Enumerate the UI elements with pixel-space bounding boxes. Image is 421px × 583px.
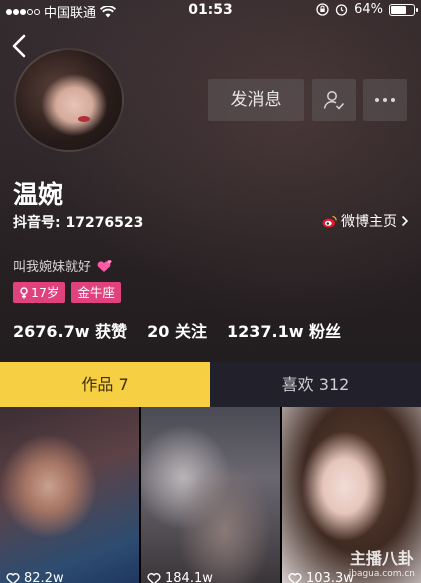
content-tabs: 作品 7 喜欢 312 — [0, 362, 421, 407]
battery-icon — [389, 3, 418, 16]
status-bar: 中国联通 01:53 64% — [0, 0, 421, 21]
heart-icon — [6, 573, 20, 583]
profile-stats: 2676.7w 获赞 20 关注 1237.1w 粉丝 — [13, 318, 341, 342]
watermark: 主播八卦 ibagua.com.cn — [349, 545, 415, 579]
video-likes: 82.2w — [6, 571, 64, 583]
video-likes: 103.3w — [288, 571, 354, 583]
alarm-icon — [335, 4, 348, 16]
status-right: 64% — [316, 2, 418, 17]
video-likes-count: 184.1w — [165, 571, 213, 583]
more-icon — [375, 98, 395, 102]
battery-fill — [391, 5, 407, 14]
zodiac-tag-label: 金牛座 — [77, 285, 115, 300]
video-thumbnail[interactable]: 103.3w 主播八卦 ibagua.com.cn — [282, 407, 421, 583]
zodiac-tag: 金牛座 — [71, 282, 121, 303]
add-friend-icon — [323, 91, 345, 110]
following-stat[interactable]: 20 关注 — [147, 318, 207, 342]
followers-stat[interactable]: 1237.1w 粉丝 — [227, 318, 341, 342]
watermark-url: ibagua.com.cn — [348, 569, 415, 579]
video-grid: 82.2w 184.1w 103.3w 主播八卦 ibagua.com.cn — [0, 407, 421, 583]
battery-percent: 64% — [354, 2, 383, 17]
age-tag: 17岁 — [13, 282, 66, 303]
age-tag-label: 17岁 — [31, 285, 60, 300]
avatar-detail — [78, 116, 90, 122]
weibo-link[interactable]: 微博主页 — [322, 211, 409, 231]
heart-icon — [288, 573, 302, 583]
more-button[interactable] — [363, 79, 407, 121]
douyin-id: 抖音号: 17276523 — [13, 215, 144, 231]
profile-tags: 17岁 金牛座 — [13, 282, 121, 303]
bio-text: 叫我婉妹就好 — [13, 260, 92, 275]
hearts-emoji-icon — [97, 259, 112, 272]
watermark-title: 主播八卦 — [349, 549, 414, 568]
lock-rotation-icon — [316, 3, 329, 16]
heart-icon — [147, 573, 161, 583]
video-likes: 184.1w — [147, 571, 213, 583]
video-likes-count: 82.2w — [24, 571, 64, 583]
video-likes-count: 103.3w — [306, 571, 354, 583]
video-thumbnail[interactable]: 82.2w — [0, 407, 139, 583]
back-arrow-icon[interactable] — [8, 32, 32, 60]
send-message-button[interactable]: 发消息 — [208, 79, 304, 121]
weibo-icon — [322, 215, 337, 227]
video-thumbnail[interactable]: 184.1w — [141, 407, 280, 583]
avatar[interactable] — [14, 48, 124, 152]
bio: 叫我婉妹就好 — [13, 256, 113, 275]
add-friend-button[interactable] — [312, 79, 356, 121]
likes-stat: 2676.7w 获赞 — [13, 322, 128, 341]
weibo-link-label: 微博主页 — [341, 214, 397, 230]
tab-works[interactable]: 作品 7 — [0, 362, 210, 407]
female-icon — [20, 286, 28, 298]
chevron-right-icon — [401, 215, 409, 227]
tab-likes[interactable]: 喜欢 312 — [210, 362, 421, 407]
profile-name: 温婉 — [13, 180, 64, 209]
